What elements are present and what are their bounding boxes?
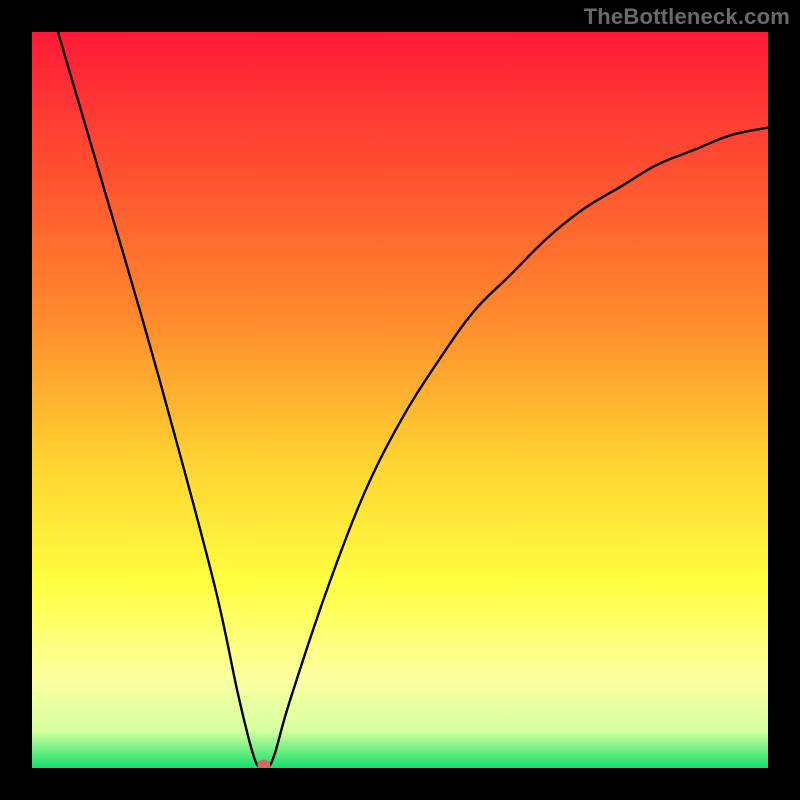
chart-plot-area [32, 32, 768, 768]
watermark-text: TheBottleneck.com [584, 4, 790, 30]
chart-frame: TheBottleneck.com [0, 0, 800, 800]
gradient-background [32, 32, 768, 768]
chart-svg [32, 32, 768, 768]
